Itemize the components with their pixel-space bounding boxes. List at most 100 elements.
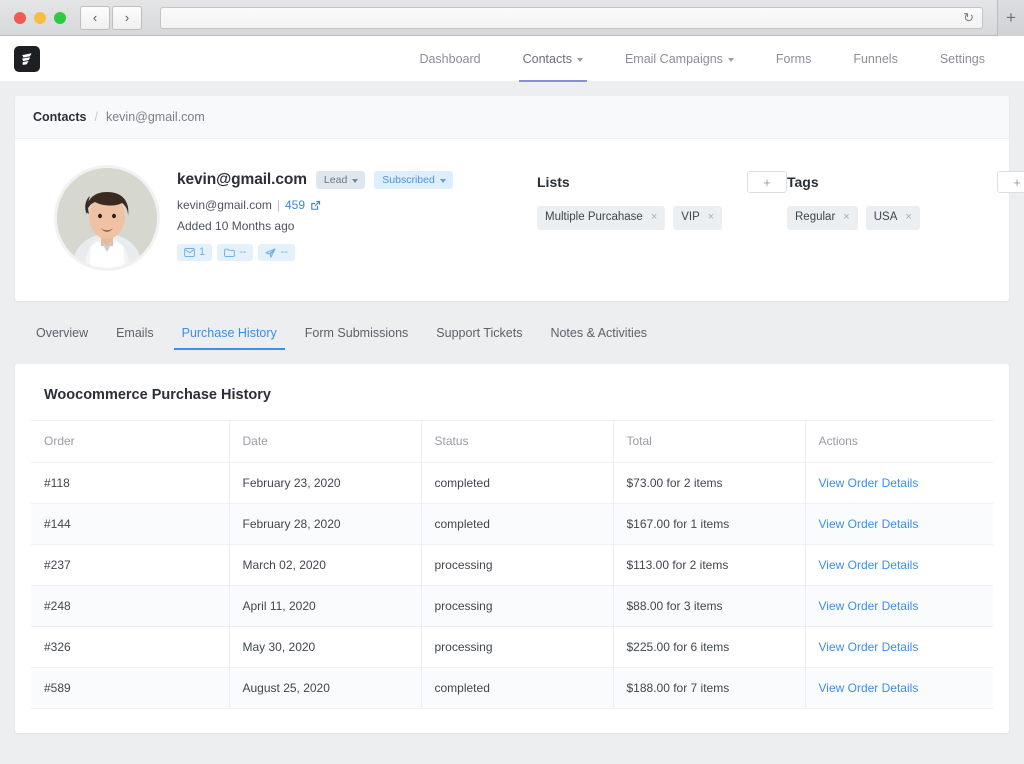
nav-item-settings[interactable]: Settings: [919, 36, 1006, 82]
cell-total: $88.00 for 3 items: [613, 586, 805, 627]
stat-emails[interactable]: 1: [177, 244, 212, 261]
lists-header: Lists +: [537, 171, 787, 193]
browser-window: ‹ › ↻ + Dashboard Contacts: [0, 0, 1024, 764]
table-row: #144 February 28, 2020 completed $167.00…: [31, 504, 993, 545]
tab-label: Overview: [36, 326, 88, 340]
nav-item-funnels[interactable]: Funnels: [832, 36, 918, 82]
contact-added-date: Added 10 Months ago: [177, 219, 537, 233]
avatar: [54, 165, 160, 271]
cell-total: $167.00 for 1 items: [613, 504, 805, 545]
tab-notes-activities[interactable]: Notes & Activities: [536, 317, 661, 350]
cell-actions: View Order Details: [805, 586, 993, 627]
add-tag-button[interactable]: +: [997, 171, 1024, 193]
cell-order: #589: [31, 668, 229, 709]
list-chip[interactable]: VIP ×: [673, 206, 722, 230]
new-tab-button[interactable]: +: [997, 0, 1024, 36]
remove-icon[interactable]: ×: [651, 211, 657, 224]
email-icon: [184, 248, 195, 257]
tab-emails[interactable]: Emails: [102, 317, 168, 350]
purchase-history-title: Woocommerce Purchase History: [44, 387, 993, 403]
remove-icon[interactable]: ×: [843, 211, 849, 224]
breadcrumb-current: kevin@gmail.com: [106, 110, 205, 124]
tag-chip[interactable]: Regular ×: [787, 206, 858, 230]
tab-purchase-history[interactable]: Purchase History: [168, 317, 291, 350]
navigation-buttons: ‹ ›: [80, 6, 142, 30]
stat-emails-value: 1: [199, 247, 205, 258]
stat-folders[interactable]: --: [217, 244, 253, 261]
tab-label: Purchase History: [182, 326, 277, 340]
reload-icon[interactable]: ↻: [963, 11, 974, 24]
forward-button[interactable]: ›: [112, 6, 142, 30]
cell-total: $188.00 for 7 items: [613, 668, 805, 709]
app-navbar: Dashboard Contacts Email Campaigns Forms…: [0, 36, 1024, 82]
breadcrumb-separator: /: [94, 110, 97, 124]
cell-actions: View Order Details: [805, 627, 993, 668]
avatar-container: [37, 165, 177, 271]
stat-sent-value: --: [280, 247, 287, 258]
contact-card: Contacts / kevin@gmail.com: [15, 96, 1009, 301]
contact-identity: kevin@gmail.com Lead Subscribed k: [177, 165, 537, 271]
view-order-details-link[interactable]: View Order Details: [819, 517, 919, 531]
view-order-details-link[interactable]: View Order Details: [819, 476, 919, 490]
nav-label-funnels: Funnels: [853, 52, 897, 66]
cell-order: #326: [31, 627, 229, 668]
breadcrumb-root[interactable]: Contacts: [33, 110, 86, 124]
maximize-window-button[interactable]: [54, 12, 66, 24]
purchase-history-card: Woocommerce Purchase History Order Date …: [15, 364, 1009, 733]
contact-id[interactable]: 459: [285, 198, 305, 212]
contact-tabs: Overview Emails Purchase History Form Su…: [15, 301, 1009, 350]
table-row: #326 May 30, 2020 processing $225.00 for…: [31, 627, 993, 668]
fluentcrm-logo-icon[interactable]: [14, 46, 40, 72]
browser-toolbar: ‹ › ↻ +: [0, 0, 1024, 36]
view-order-details-link[interactable]: View Order Details: [819, 640, 919, 654]
tab-label: Support Tickets: [436, 326, 522, 340]
subscription-badge-label: Subscribed: [382, 174, 435, 186]
remove-icon[interactable]: ×: [905, 211, 911, 224]
contact-email-row: kevin@gmail.com | 459: [177, 198, 537, 212]
main-navigation: Dashboard Contacts Email Campaigns Forms…: [398, 36, 1006, 82]
tags-title: Tags: [787, 174, 819, 190]
status-badge-lead[interactable]: Lead: [316, 171, 365, 189]
cell-status: completed: [421, 504, 613, 545]
stat-folders-value: --: [239, 247, 246, 258]
cell-actions: View Order Details: [805, 668, 993, 709]
add-list-button[interactable]: +: [747, 171, 787, 193]
status-badge-subscribed[interactable]: Subscribed: [374, 171, 453, 189]
chevron-down-icon: [440, 179, 446, 183]
minimize-window-button[interactable]: [34, 12, 46, 24]
nav-label-contacts: Contacts: [523, 52, 572, 66]
cell-status: completed: [421, 668, 613, 709]
cell-status: processing: [421, 586, 613, 627]
view-order-details-link[interactable]: View Order Details: [819, 599, 919, 613]
cell-date: April 11, 2020: [229, 586, 421, 627]
nav-item-dashboard[interactable]: Dashboard: [398, 36, 501, 82]
tab-overview[interactable]: Overview: [22, 317, 102, 350]
cell-date: August 25, 2020: [229, 668, 421, 709]
external-link-icon[interactable]: [310, 200, 321, 211]
chevron-down-icon: [728, 58, 734, 62]
purchase-history-table: Order Date Status Total Actions #118 Feb…: [31, 420, 993, 709]
tab-form-submissions[interactable]: Form Submissions: [291, 317, 423, 350]
back-button[interactable]: ‹: [80, 6, 110, 30]
list-chip-label: Multiple Purcahase: [545, 211, 643, 225]
remove-icon[interactable]: ×: [708, 211, 714, 224]
list-chip-label: VIP: [681, 211, 700, 225]
cell-status: processing: [421, 545, 613, 586]
nav-item-email-campaigns[interactable]: Email Campaigns: [604, 36, 755, 82]
close-window-button[interactable]: [14, 12, 26, 24]
tag-chip-label: USA: [874, 211, 898, 225]
cell-status: processing: [421, 627, 613, 668]
nav-label-forms: Forms: [776, 52, 811, 66]
column-header-order: Order: [31, 421, 229, 463]
stat-sent[interactable]: --: [258, 244, 294, 261]
nav-item-forms[interactable]: Forms: [755, 36, 832, 82]
view-order-details-link[interactable]: View Order Details: [819, 681, 919, 695]
cell-status: completed: [421, 463, 613, 504]
view-order-details-link[interactable]: View Order Details: [819, 558, 919, 572]
tag-chip[interactable]: USA ×: [866, 206, 920, 230]
contact-stats: 1 --: [177, 244, 537, 261]
nav-item-contacts[interactable]: Contacts: [502, 36, 604, 82]
tab-support-tickets[interactable]: Support Tickets: [422, 317, 536, 350]
address-bar[interactable]: ↻: [160, 7, 983, 29]
list-chip[interactable]: Multiple Purcahase ×: [537, 206, 665, 230]
